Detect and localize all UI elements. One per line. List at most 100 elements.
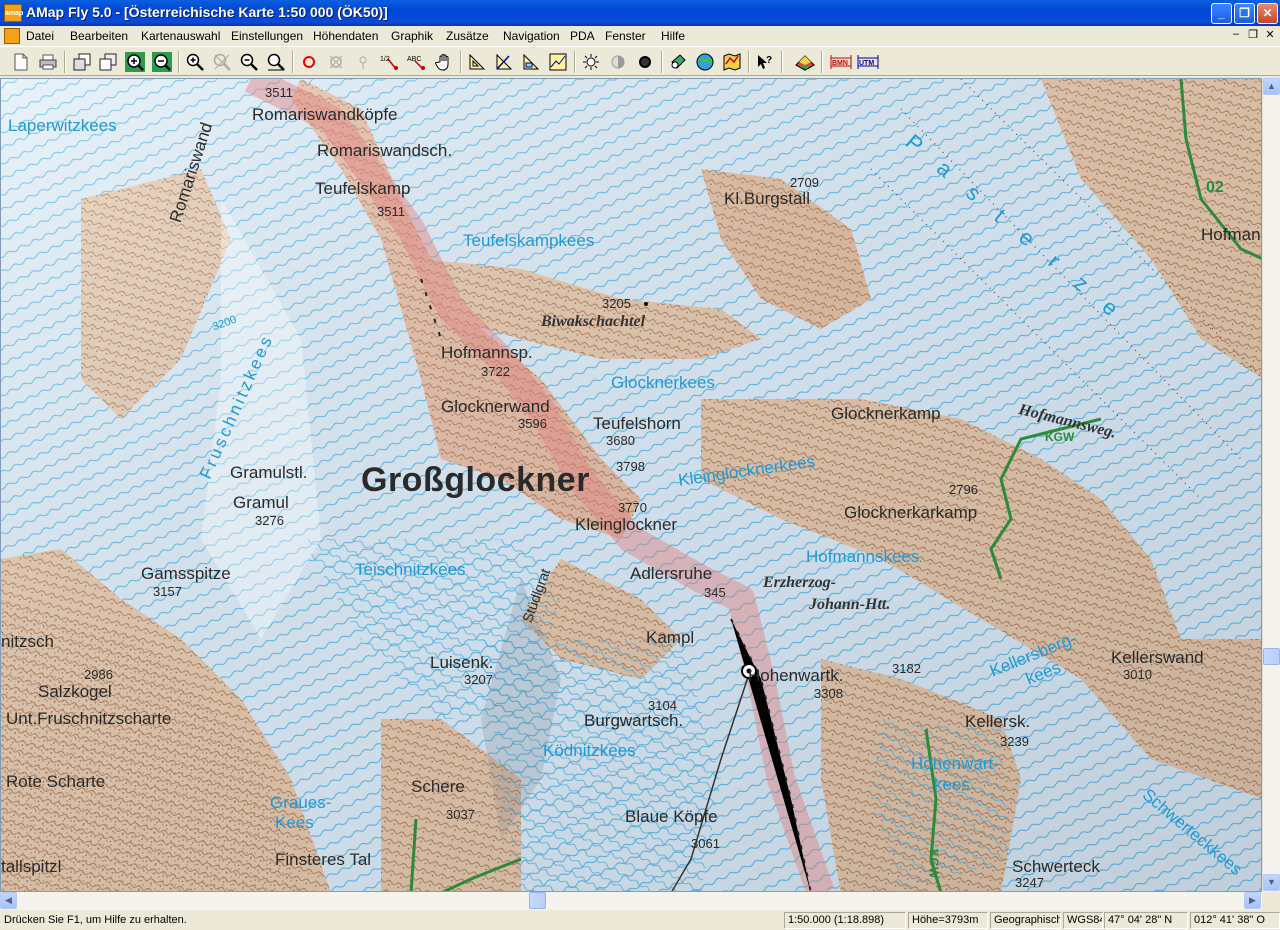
peak-elevation: 345 — [704, 585, 726, 600]
grid-bmn-icon[interactable]: BMN — [829, 51, 853, 73]
zoom-out-icon[interactable] — [238, 51, 260, 73]
toolbar: 1/2 ABC ? BMN UTM — [0, 46, 1280, 76]
new-document-icon[interactable] — [10, 51, 32, 73]
peak-elevation: 3596 — [518, 416, 547, 431]
hut-label: Biwakschachtel — [541, 313, 646, 330]
peak-elevation: 2709 — [790, 175, 819, 190]
zoom-out-map-icon[interactable] — [151, 51, 173, 73]
scroll-left-button[interactable]: ◀ — [0, 892, 17, 909]
peak-elevation: 3722 — [481, 364, 510, 379]
profile-icon[interactable] — [547, 51, 569, 73]
peak-label: Gramul — [233, 493, 289, 512]
waypoint-circle-icon[interactable] — [298, 51, 320, 73]
document-window-icon[interactable] — [4, 28, 20, 44]
peak-elevation: 3157 — [153, 584, 182, 599]
menu-graphik[interactable]: Graphik — [391, 29, 433, 43]
glacier-label: Glocknerkees — [611, 373, 715, 392]
summit-label: Großglockner — [361, 461, 590, 499]
window-title: AMap Fly 5.0 - [Österreichische Karte 1:… — [26, 4, 388, 20]
measure-distance-icon[interactable]: 1/2 — [379, 51, 401, 73]
gps-device-icon[interactable] — [667, 51, 689, 73]
peak-elevation: 2796 — [949, 482, 978, 497]
menu-zusaetze[interactable]: Zusätze — [446, 29, 489, 43]
peak-label: Schere — [411, 777, 465, 796]
peak-label: Glocknerwand — [441, 397, 550, 416]
horizontal-scroll-thumb[interactable] — [529, 892, 546, 909]
menu-fenster[interactable]: Fenster — [605, 29, 646, 43]
peak-elevation: 3037 — [446, 807, 475, 822]
contrast-icon[interactable] — [607, 51, 629, 73]
menu-bearbeiten[interactable]: Bearbeiten — [70, 29, 128, 43]
menu-pda[interactable]: PDA — [570, 29, 595, 43]
peak-elevation: 2986 — [84, 667, 113, 682]
maximize-button[interactable]: ❐ — [1234, 3, 1255, 24]
peak-label: Hofmannsp. — [441, 343, 533, 362]
globe-sync-icon[interactable] — [694, 51, 716, 73]
svg-text:ABC: ABC — [407, 56, 421, 63]
mdi-restore-button[interactable]: ❐ — [1245, 28, 1261, 43]
peak-elevation: 3276 — [255, 513, 284, 528]
peak-label: Luisenk. — [430, 653, 494, 672]
peak-label: Kellersk. — [965, 712, 1031, 731]
brightness-icon[interactable] — [580, 51, 602, 73]
scroll-down-button[interactable]: ▼ — [1263, 874, 1280, 891]
route-label: 02 — [1206, 179, 1224, 196]
text-label-icon[interactable]: ABC — [406, 51, 428, 73]
print-icon[interactable] — [37, 51, 59, 73]
zoom-fit-icon[interactable] — [265, 51, 287, 73]
peak-label: Kampl — [646, 628, 695, 647]
peak-label: Teufelskamp — [315, 179, 411, 198]
close-button[interactable]: ✕ — [1257, 3, 1278, 24]
menu-hoehendaten[interactable]: Höhendaten — [313, 29, 378, 43]
map-select-icon[interactable] — [71, 51, 93, 73]
mdi-close-button[interactable]: ✕ — [1262, 28, 1278, 43]
peak-elevation: 3680 — [606, 433, 635, 448]
minimize-button[interactable]: _ — [1211, 3, 1232, 24]
menu-datei[interactable]: Datei — [26, 29, 54, 43]
status-bar: Drücken Sie F1, um Hilfe zu erhalten. 1:… — [0, 910, 1280, 930]
peak-elevation: 3239 — [1000, 734, 1029, 749]
app-icon[interactable]: amap — [4, 4, 23, 22]
vertical-scroll-thumb[interactable] — [1263, 648, 1280, 665]
peak-label: Teufelshorn — [593, 414, 681, 433]
scrollbar-corner — [1262, 892, 1280, 910]
peak-elevation: 3770 — [618, 500, 647, 515]
glacier-label: Kees — [275, 813, 314, 832]
help-cursor-icon[interactable]: ? — [754, 51, 776, 73]
peak-elevation: 3182 — [892, 661, 921, 676]
zoom-in-map-icon[interactable] — [124, 51, 146, 73]
menu-navigation[interactable]: Navigation — [503, 29, 560, 43]
title-bar: amap AMap Fly 5.0 - [Österreichische Kar… — [0, 0, 1280, 26]
glacier-label: Hofmannskees — [806, 547, 920, 566]
menu-kartenauswahl[interactable]: Kartenauswahl — [141, 29, 220, 43]
angle-measure-icon[interactable] — [493, 51, 515, 73]
status-datum: WGS84 — [1063, 912, 1103, 929]
menu-einstellungen[interactable]: Einstellungen — [231, 29, 303, 43]
grid-utm-icon[interactable]: UTM — [856, 51, 880, 73]
menu-bar: Datei Bearbeiten Kartenauswahl Einstellu… — [0, 26, 1280, 46]
peak-elevation: 3061 — [691, 836, 720, 851]
mdi-minimize-button[interactable]: – — [1228, 28, 1244, 43]
peak-label: Finsteres Tal — [275, 850, 372, 869]
waypoint-delete-icon[interactable] — [325, 51, 347, 73]
pan-hand-icon[interactable] — [433, 51, 455, 73]
3d-terrain-icon[interactable] — [794, 51, 816, 73]
route-label: KGW — [1045, 430, 1075, 444]
scroll-up-button[interactable]: ▲ — [1263, 78, 1280, 95]
horizontal-scrollbar[interactable]: ◀ ▶ — [0, 892, 1262, 910]
peak-label: Salzkogel — [38, 682, 112, 701]
zoom-in-icon[interactable] — [184, 51, 206, 73]
waypoint-move-icon[interactable] — [352, 51, 374, 73]
scroll-right-button[interactable]: ▶ — [1244, 892, 1261, 909]
saturation-icon[interactable] — [634, 51, 656, 73]
zoom-disabled-icon[interactable] — [211, 51, 233, 73]
vertical-scrollbar[interactable]: ▲ ▼ — [1262, 78, 1280, 892]
track-map-icon[interactable] — [721, 51, 743, 73]
map-view[interactable]: 3511 Romariswandköpfe Romariswandsch. Te… — [0, 78, 1262, 892]
menu-hilfe[interactable]: Hilfe — [661, 29, 685, 43]
map-copy-icon[interactable] — [97, 51, 119, 73]
peak-label: Glocknerkarkamp — [844, 503, 978, 522]
ruler-triangle-icon[interactable] — [466, 51, 488, 73]
peak-label: nitzsch — [1, 632, 54, 651]
area-measure-icon[interactable] — [520, 51, 542, 73]
